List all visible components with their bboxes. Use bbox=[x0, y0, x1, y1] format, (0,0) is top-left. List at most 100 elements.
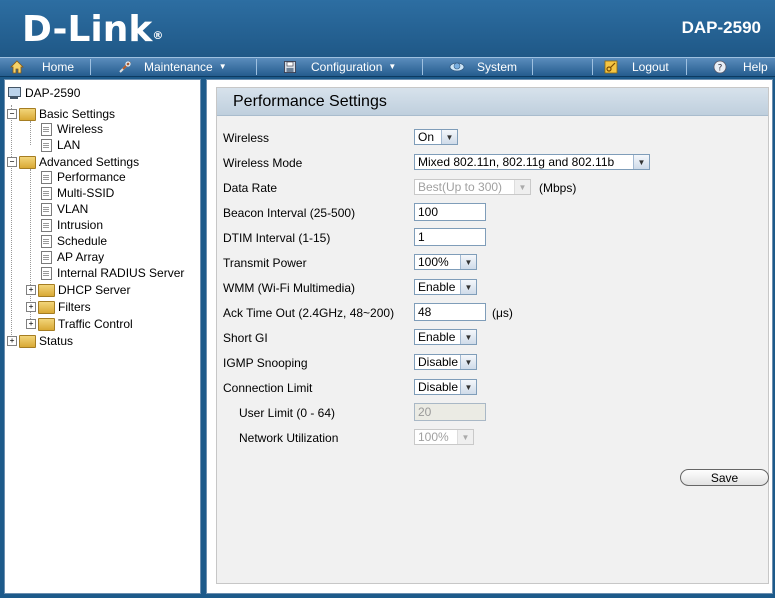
menu-separator bbox=[256, 59, 257, 75]
transmit-power-label: Transmit Power bbox=[223, 256, 307, 270]
menu-maintenance[interactable]: Maintenance ▼ bbox=[118, 58, 227, 76]
tree-item-wireless[interactable]: Wireless bbox=[41, 121, 103, 137]
tree-item-multi-ssid[interactable]: Multi-SSID bbox=[41, 185, 114, 201]
short-gi-select[interactable]: Enable ▼ bbox=[414, 329, 477, 345]
tree-multi-ssid-label: Multi-SSID bbox=[57, 186, 115, 200]
tree-connector bbox=[30, 121, 31, 145]
wmm-value: Enable bbox=[418, 280, 456, 294]
page-icon bbox=[41, 138, 52, 152]
short-gi-value: Enable bbox=[418, 330, 456, 344]
tree-advanced-label: Advanced Settings bbox=[39, 155, 140, 169]
menu-separator bbox=[592, 59, 593, 75]
tree-basic-label: Basic Settings bbox=[39, 107, 116, 121]
menu-logout-label: Logout bbox=[632, 60, 669, 74]
tree-wireless-label: Wireless bbox=[57, 122, 104, 136]
folder-icon bbox=[38, 300, 55, 314]
tree-item-performance[interactable]: Performance bbox=[41, 169, 126, 185]
tree-item-traffic-control[interactable]: + Traffic Control bbox=[26, 316, 133, 332]
tree-advanced-settings[interactable]: − Advanced Settings bbox=[7, 154, 139, 170]
tree-item-schedule[interactable]: Schedule bbox=[41, 233, 107, 249]
panel-title-bar: Performance Settings bbox=[217, 88, 768, 116]
wireless-select[interactable]: On ▼ bbox=[414, 129, 458, 145]
tree-item-ap-array[interactable]: AP Array bbox=[41, 249, 104, 265]
user-limit-input[interactable]: 20 bbox=[414, 403, 486, 421]
menu-bar: Home Maintenance ▼ Configuration ▼ Syste… bbox=[0, 57, 775, 77]
igmp-snooping-select[interactable]: Disable ▼ bbox=[414, 354, 477, 370]
data-rate-label: Data Rate bbox=[223, 181, 278, 195]
menu-home[interactable]: Home bbox=[10, 58, 74, 76]
page-icon bbox=[41, 170, 52, 184]
expand-icon[interactable]: + bbox=[26, 302, 36, 312]
data-rate-select[interactable]: Best(Up to 300) ▼ bbox=[414, 179, 531, 195]
tree-status-label: Status bbox=[39, 334, 74, 348]
page-icon bbox=[41, 266, 52, 280]
main-content: Performance Settings Wireless On ▼ Wirel… bbox=[206, 79, 773, 594]
wireless-mode-label: Wireless Mode bbox=[223, 156, 303, 170]
page-icon bbox=[41, 218, 52, 232]
chevron-down-icon: ▼ bbox=[460, 255, 476, 269]
collapse-icon[interactable]: − bbox=[7, 109, 17, 119]
tree-item-filters[interactable]: + Filters bbox=[26, 299, 91, 315]
expand-icon[interactable]: + bbox=[26, 285, 36, 295]
tree-vlan-label: VLAN bbox=[57, 202, 89, 216]
network-utilization-select[interactable]: 100% ▼ bbox=[414, 429, 474, 445]
menu-system[interactable]: System bbox=[449, 58, 517, 76]
tree-root[interactable]: DAP-2590 bbox=[7, 85, 80, 101]
tree-filters-label: Filters bbox=[58, 300, 91, 314]
ack-timeout-input[interactable]: 48 bbox=[414, 303, 486, 321]
page-icon bbox=[41, 234, 52, 248]
tree-item-intrusion[interactable]: Intrusion bbox=[41, 217, 103, 233]
menu-home-label: Home bbox=[42, 60, 75, 74]
dlink-logo: D-Link® bbox=[22, 10, 163, 50]
tree-item-lan[interactable]: LAN bbox=[41, 137, 80, 153]
tree-connector bbox=[11, 105, 12, 341]
system-icon bbox=[449, 60, 465, 74]
tree-basic-settings[interactable]: − Basic Settings bbox=[7, 106, 115, 122]
dtim-interval-label: DTIM Interval (1-15) bbox=[223, 231, 331, 245]
wireless-mode-select[interactable]: Mixed 802.11n, 802.11g and 802.11b ▼ bbox=[414, 154, 650, 170]
menu-configuration[interactable]: Configuration ▼ bbox=[283, 58, 396, 76]
expand-icon[interactable]: + bbox=[26, 319, 36, 329]
tree-root-label: DAP-2590 bbox=[25, 86, 81, 100]
logo-text: D-Link bbox=[22, 9, 153, 50]
save-button[interactable]: Save bbox=[680, 469, 769, 486]
home-icon bbox=[10, 60, 24, 74]
menu-help[interactable]: ? Help bbox=[713, 58, 768, 76]
menu-help-label: Help bbox=[743, 60, 768, 74]
chevron-down-icon: ▼ bbox=[218, 62, 227, 71]
help-icon: ? bbox=[713, 60, 727, 74]
data-rate-value: Best(Up to 300) bbox=[418, 180, 503, 194]
page-title: Performance Settings bbox=[233, 93, 387, 110]
menu-logout[interactable]: Logout bbox=[604, 58, 669, 76]
computer-icon bbox=[7, 87, 21, 99]
page-icon bbox=[41, 250, 52, 264]
tree-intrusion-label: Intrusion bbox=[57, 218, 104, 232]
tree-radius-label: Internal RADIUS Server bbox=[57, 266, 185, 280]
beacon-interval-input[interactable]: 100 bbox=[414, 203, 486, 221]
data-rate-unit: (Mbps) bbox=[539, 181, 577, 195]
wmm-select[interactable]: Enable ▼ bbox=[414, 279, 477, 295]
chevron-down-icon: ▼ bbox=[514, 180, 530, 194]
tree-item-vlan[interactable]: VLAN bbox=[41, 201, 88, 217]
page-icon bbox=[41, 202, 52, 216]
collapse-icon[interactable]: − bbox=[7, 157, 17, 167]
wireless-mode-value: Mixed 802.11n, 802.11g and 802.11b bbox=[418, 155, 615, 169]
short-gi-label: Short GI bbox=[223, 331, 268, 345]
chevron-down-icon: ▼ bbox=[441, 130, 457, 144]
transmit-power-select[interactable]: 100% ▼ bbox=[414, 254, 477, 270]
model-name: DAP-2590 bbox=[681, 18, 761, 37]
menu-system-label: System bbox=[477, 60, 518, 74]
tree-traffic-label: Traffic Control bbox=[58, 317, 133, 331]
chevron-down-icon: ▼ bbox=[460, 355, 476, 369]
expand-icon[interactable]: + bbox=[7, 336, 17, 346]
tree-status[interactable]: + Status bbox=[7, 333, 73, 349]
wireless-value: On bbox=[418, 130, 435, 144]
page-icon bbox=[41, 186, 52, 200]
folder-icon bbox=[38, 317, 55, 331]
tree-item-radius[interactable]: Internal RADIUS Server bbox=[41, 265, 184, 281]
igmp-snooping-label: IGMP Snooping bbox=[223, 356, 308, 370]
connection-limit-select[interactable]: Disable ▼ bbox=[414, 379, 477, 395]
dtim-interval-input[interactable]: 1 bbox=[414, 228, 486, 246]
tree-item-dhcp-server[interactable]: + DHCP Server bbox=[26, 282, 130, 298]
chevron-down-icon: ▼ bbox=[460, 280, 476, 294]
